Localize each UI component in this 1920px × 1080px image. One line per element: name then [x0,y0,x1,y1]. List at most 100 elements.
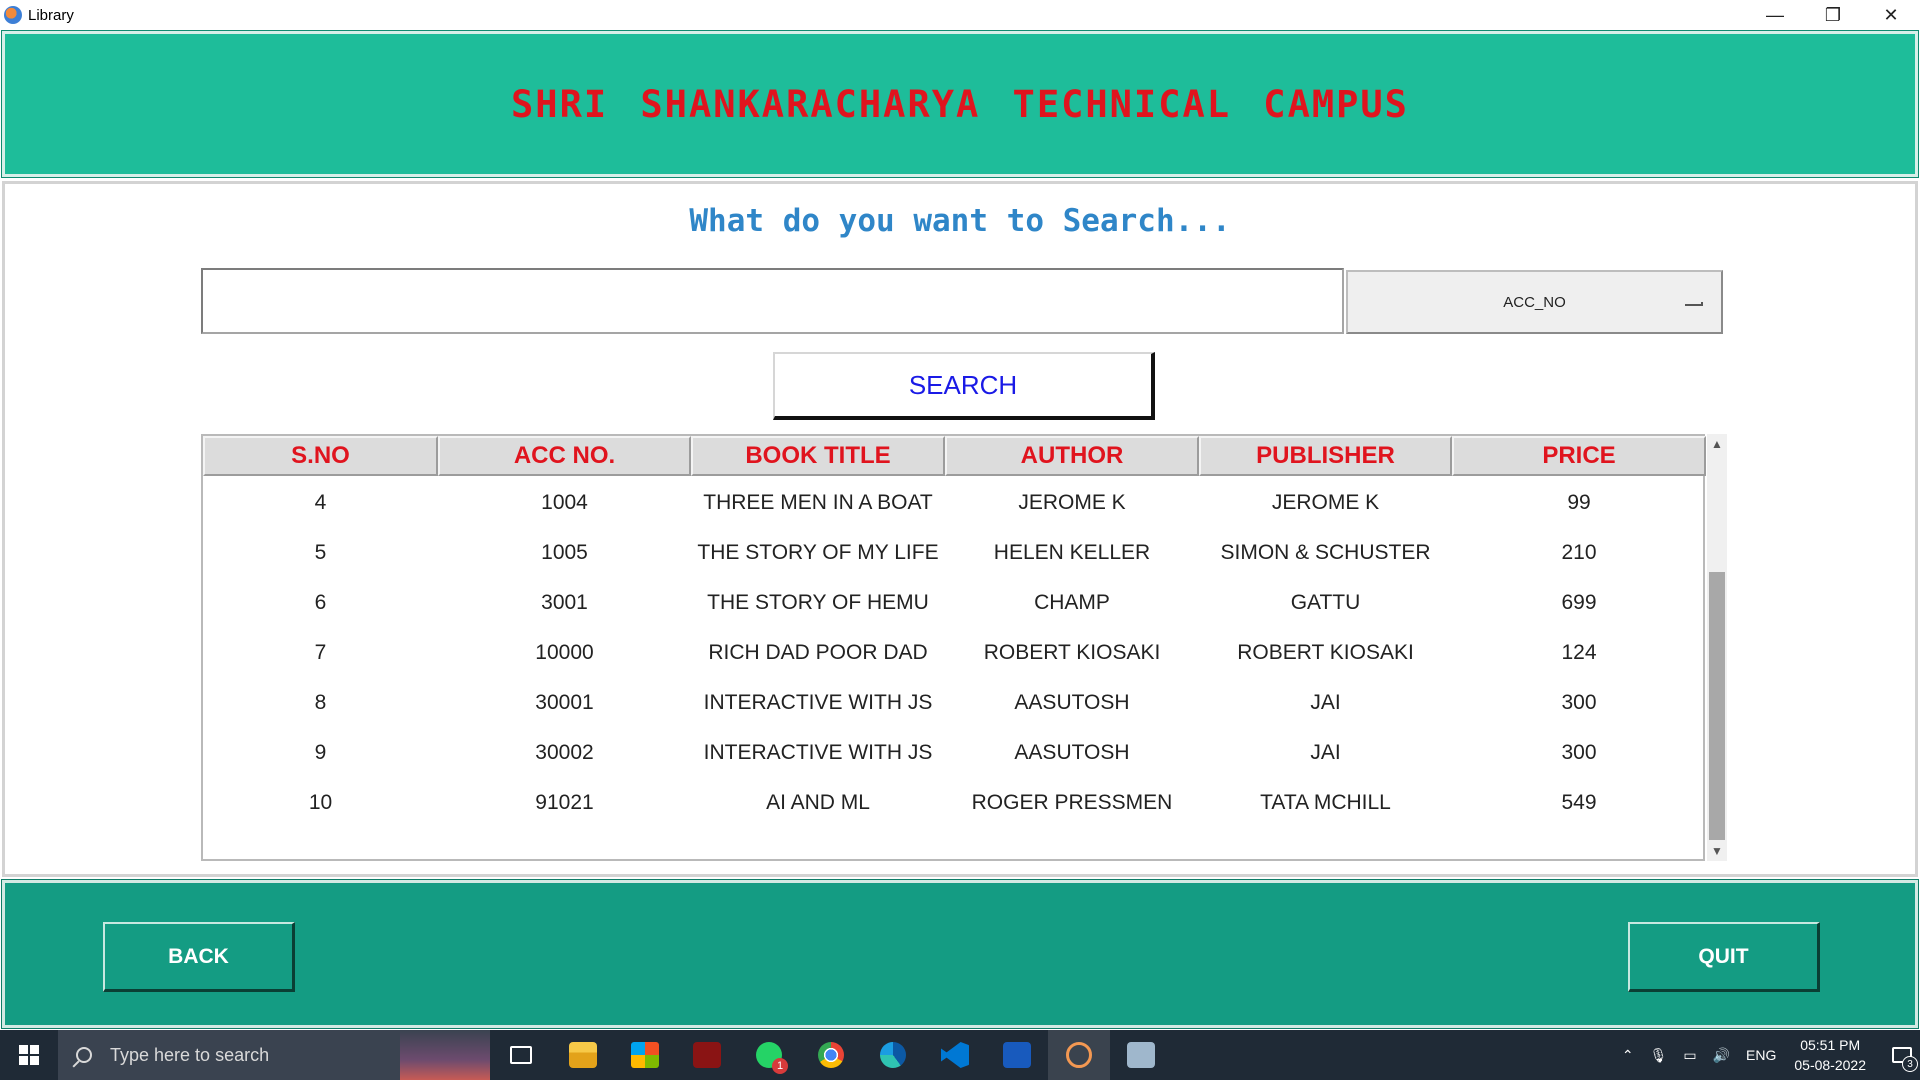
results-table: S.NO ACC NO. BOOK TITLE AUTHOR PUBLISHER… [201,434,1706,861]
search-panel: What do you want to Search... ACC_NO SEA… [2,181,1918,877]
cell-book-title: INTERACTIVE WITH JS [703,691,933,714]
scroll-up-icon[interactable]: ▲ [1707,434,1727,454]
clock-date: 05-08-2022 [1794,1057,1866,1073]
column-header-sno[interactable]: S.NO [203,436,438,476]
cell-price: 99 [1567,491,1591,514]
cell-author: ROGER PRESSMEN [971,791,1173,814]
clock-time: 05:51 PM [1800,1037,1861,1053]
cell-sno: 4 [314,491,327,514]
column-header-book-title[interactable]: BOOK TITLE [691,436,945,476]
cell-publisher: TATA MCHILL [1260,791,1391,814]
volume-icon[interactable]: 🔊 [1713,1047,1730,1064]
show-hidden-icons-icon[interactable]: ⌃ [1622,1047,1634,1064]
start-button[interactable] [0,1030,58,1080]
table-row[interactable]: 10 91021 AI AND ML ROGER PRESSMEN TATA M… [203,778,1706,828]
whatsapp-icon[interactable]: 1 [738,1030,800,1080]
cell-acc-no: 1005 [541,541,588,564]
cell-sno: 10 [308,791,333,814]
input-language[interactable]: ENG [1746,1047,1776,1063]
table-scrollbar[interactable]: ▲ ▼ [1707,434,1727,861]
cell-publisher: ROBERT KIOSAKI [1237,641,1414,664]
column-header-acc-no[interactable]: ACC NO. [438,436,691,476]
table-row[interactable]: 6 3001 THE STORY OF HEMU CHAMP GATTU 699 [203,578,1706,628]
back-button[interactable]: BACK [103,922,295,992]
cell-author: ROBERT KIOSAKI [983,641,1161,664]
app-icon [4,6,22,24]
cell-publisher: JEROME K [1271,491,1380,514]
cell-publisher: GATTU [1290,591,1361,614]
cell-sno: 8 [314,691,327,714]
cell-book-title: THE STORY OF HEMU [707,591,929,614]
search-field-selected: ACC_NO [1503,293,1566,311]
cell-publisher: SIMON & SCHUSTER [1220,541,1431,564]
cell-acc-no: 91021 [535,791,594,814]
table-header: S.NO ACC NO. BOOK TITLE AUTHOR PUBLISHER… [203,436,1706,476]
cell-acc-no: 30002 [535,741,594,764]
window-title: Library [28,6,74,24]
footer-bar: BACK QUIT [1,879,1919,1029]
cell-sno: 9 [314,741,327,764]
task-view-icon[interactable] [490,1030,552,1080]
cell-book-title: THREE MEN IN A BOAT [703,491,933,514]
vscode-icon[interactable] [924,1030,986,1080]
cell-acc-no: 30001 [535,691,594,714]
table-row[interactable]: 4 1004 THREE MEN IN A BOAT JEROME K JERO… [203,478,1706,528]
search-input[interactable] [201,268,1344,334]
whatsapp-badge: 1 [772,1058,788,1074]
cell-acc-no: 10000 [535,641,594,664]
cell-price: 549 [1561,791,1597,814]
battery-icon[interactable]: ▭ [1683,1047,1696,1064]
table-row[interactable]: 5 1005 THE STORY OF MY LIFE HELEN KELLER… [203,528,1706,578]
cell-publisher: JAI [1310,741,1341,764]
cell-author: AASUTOSH [1014,691,1130,714]
column-header-publisher[interactable]: PUBLISHER [1199,436,1452,476]
file-explorer-icon[interactable] [552,1030,614,1080]
scrollbar-thumb[interactable] [1709,572,1725,840]
table-body: 4 1004 THREE MEN IN A BOAT JEROME K JERO… [203,478,1706,828]
table-row[interactable]: 8 30001 INTERACTIVE WITH JS AASUTOSH JAI… [203,678,1706,728]
edge-icon[interactable] [862,1030,924,1080]
chrome-icon[interactable] [800,1030,862,1080]
search-prompt: What do you want to Search... [689,203,1231,239]
taskbar-search-box[interactable]: Type here to search [58,1030,490,1080]
cell-author: CHAMP [1034,591,1110,614]
cell-book-title: INTERACTIVE WITH JS [703,741,933,764]
dropdown-indicator-icon [1685,302,1703,306]
word-icon[interactable] [986,1030,1048,1080]
cell-price: 300 [1561,741,1597,764]
microsoft-store-icon[interactable] [614,1030,676,1080]
cell-price: 300 [1561,691,1597,714]
table-row[interactable]: 9 30002 INTERACTIVE WITH JS AASUTOSH JAI… [203,728,1706,778]
taskbar-search-placeholder: Type here to search [110,1044,270,1065]
photos-icon[interactable] [1110,1030,1172,1080]
search-field-select[interactable]: ACC_NO [1346,270,1723,334]
eclipse-icon[interactable] [1048,1030,1110,1080]
cell-book-title: THE STORY OF MY LIFE [697,541,939,564]
search-icon [76,1047,92,1063]
minimize-button[interactable]: — [1746,0,1804,30]
cell-sno: 7 [314,641,327,664]
header-banner: SHRI SHANKARACHARYA TECHNICAL CAMPUS [1,30,1919,178]
cell-book-title: AI AND ML [766,791,870,814]
cell-price: 210 [1561,541,1597,564]
cell-price: 699 [1561,591,1597,614]
taskbar-clock[interactable]: 05:51 PM 05-08-2022 [1794,1035,1866,1075]
notification-count: 3 [1902,1056,1918,1072]
cell-sno: 5 [314,541,327,564]
notification-center-icon[interactable]: 3 [1884,1030,1920,1080]
cell-price: 124 [1561,641,1597,664]
table-row[interactable]: 7 10000 RICH DAD POOR DAD ROBERT KIOSAKI… [203,628,1706,678]
search-button[interactable]: SEARCH [773,352,1155,420]
maximize-button[interactable]: ❐ [1804,0,1862,30]
app-red-icon[interactable] [676,1030,738,1080]
column-header-price[interactable]: PRICE [1452,436,1706,476]
system-tray: ⌃ 🎙 ▭ 🔊 ENG 05:51 PM 05-08-2022 3 [1614,1030,1920,1080]
microphone-icon[interactable]: 🎙 [1650,1047,1668,1064]
close-button[interactable]: ✕ [1862,0,1920,30]
cell-author: HELEN KELLER [993,541,1151,564]
scroll-down-icon[interactable]: ▼ [1707,841,1727,861]
cell-book-title: RICH DAD POOR DAD [708,641,928,664]
cell-author: AASUTOSH [1014,741,1130,764]
quit-button[interactable]: QUIT [1628,922,1820,992]
column-header-author[interactable]: AUTHOR [945,436,1199,476]
